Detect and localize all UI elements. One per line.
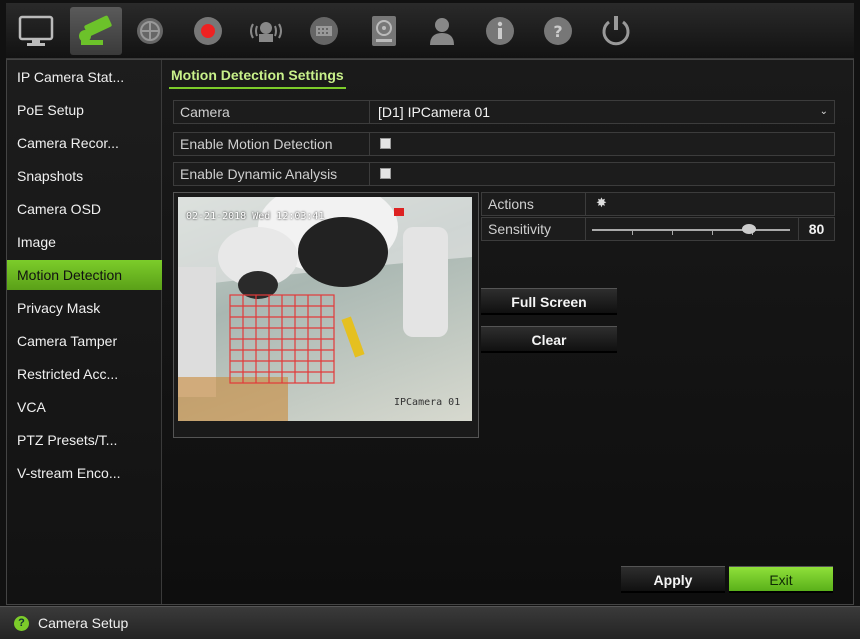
enable-dynamic-row: Enable Dynamic Analysis (173, 162, 835, 186)
apply-button[interactable]: Apply (621, 566, 725, 593)
sidebar-item-privacy-mask[interactable]: Privacy Mask (7, 293, 162, 323)
info-icon[interactable] (480, 11, 520, 51)
sidebar-item-image[interactable]: Image (7, 227, 162, 257)
camera-row: Camera [D1] IPCamera 01 ⌄ (173, 100, 835, 124)
enable-dynamic-label: Enable Dynamic Analysis (174, 163, 370, 185)
enable-motion-checkbox[interactable] (380, 138, 391, 149)
device-icon[interactable] (304, 11, 344, 51)
sidebar-item-ptz-presets[interactable]: PTZ Presets/T... (7, 425, 162, 455)
sensitivity-label: Sensitivity (482, 218, 586, 240)
sidebar: IP Camera Stat... PoE Setup Camera Recor… (7, 60, 162, 604)
enable-motion-label: Enable Motion Detection (174, 133, 370, 155)
enable-motion-row: Enable Motion Detection (173, 132, 835, 156)
power-icon[interactable] (596, 11, 636, 51)
sidebar-item-snapshots[interactable]: Snapshots (7, 161, 162, 191)
preview-timestamp: 02-21-2018 Wed 12:03:41 (186, 211, 325, 222)
full-screen-button[interactable]: Full Screen (481, 288, 617, 315)
display-icon[interactable] (16, 11, 56, 51)
sidebar-item-camera-osd[interactable]: Camera OSD (7, 194, 162, 224)
camera-select[interactable]: [D1] IPCamera 01 (378, 101, 818, 123)
main-panel: IP Camera Stat... PoE Setup Camera Recor… (6, 59, 854, 605)
sidebar-item-motion-detection[interactable]: Motion Detection (7, 260, 162, 290)
sidebar-item-ip-camera-status[interactable]: IP Camera Stat... (7, 62, 162, 92)
slider-handle[interactable] (742, 224, 756, 234)
status-icon: ? (14, 616, 29, 631)
chevron-down-icon[interactable]: ⌄ (820, 106, 828, 117)
actions-row: Actions ✸ (481, 192, 835, 216)
alarm-icon[interactable] (246, 11, 286, 51)
sidebar-item-vca[interactable]: VCA (7, 392, 162, 422)
help-icon[interactable]: ? (538, 11, 578, 51)
sidebar-item-camera-tamper[interactable]: Camera Tamper (7, 326, 162, 356)
enable-dynamic-checkbox[interactable] (380, 168, 391, 179)
camera-preview[interactable]: 02-21-2018 Wed 12:03:41 IPCamera 01 (178, 197, 472, 421)
svg-text:?: ? (553, 22, 562, 41)
sidebar-item-poe-setup[interactable]: PoE Setup (7, 95, 162, 125)
sidebar-item-restricted-access[interactable]: Restricted Acc... (7, 359, 162, 389)
sidebar-item-camera-recording[interactable]: Camera Recor... (7, 128, 162, 158)
sensitivity-slider[interactable] (592, 218, 790, 240)
preview-frame: 02-21-2018 Wed 12:03:41 IPCamera 01 (173, 192, 479, 438)
camera-icon[interactable] (70, 7, 122, 55)
camera-label: Camera (174, 101, 370, 123)
exit-button[interactable]: Exit (729, 566, 833, 593)
storage-icon[interactable] (364, 11, 404, 51)
sensitivity-row: Sensitivity 80 (481, 217, 835, 241)
actions-label: Actions (482, 193, 586, 215)
gear-icon[interactable]: ✸ (596, 195, 607, 211)
clear-button[interactable]: Clear (481, 326, 617, 353)
motion-grid[interactable] (178, 197, 472, 421)
status-text: Camera Setup (38, 615, 129, 631)
sidebar-item-v-stream-encoding[interactable]: V-stream Enco... (7, 458, 162, 488)
record-icon[interactable] (188, 11, 228, 51)
top-menu-bar: ? (6, 3, 854, 59)
preview-camera-name: IPCamera 01 (394, 397, 461, 408)
tab-motion-detection-settings[interactable]: Motion Detection Settings (169, 67, 346, 89)
user-icon[interactable] (422, 11, 462, 51)
status-bar: ? Camera Setup (0, 606, 860, 639)
sensitivity-value: 80 (798, 218, 834, 240)
network-icon[interactable] (130, 11, 170, 51)
